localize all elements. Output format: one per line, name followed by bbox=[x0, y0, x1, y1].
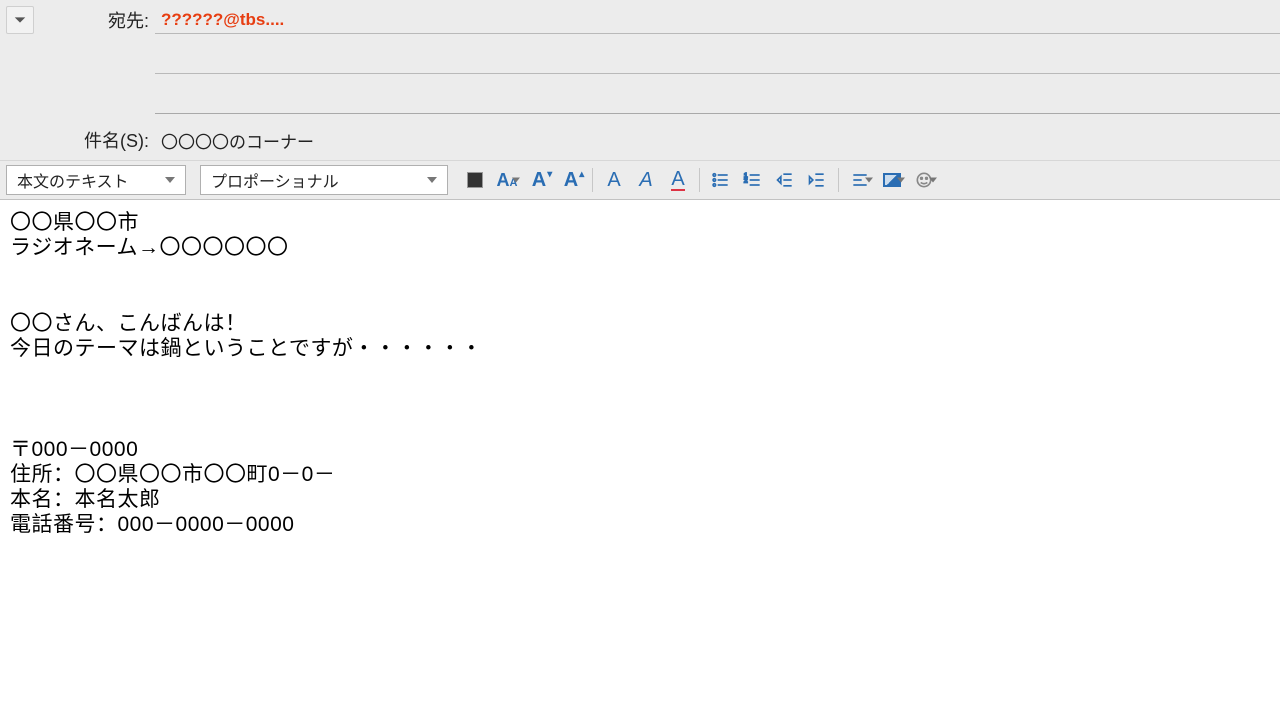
subject-field[interactable]: 〇〇〇〇のコーナー bbox=[155, 126, 1280, 154]
body-line bbox=[10, 386, 1270, 411]
bullet-list-icon bbox=[711, 170, 731, 190]
cc-field[interactable] bbox=[155, 46, 1280, 74]
emoji-button[interactable] bbox=[909, 165, 939, 195]
body-line bbox=[10, 286, 1270, 311]
to-field[interactable]: ??????@tbs.... bbox=[155, 6, 1280, 34]
bcc-value bbox=[161, 90, 166, 110]
outdent-icon bbox=[775, 170, 795, 190]
font-family-dropdown[interactable]: プロポーショナル bbox=[200, 165, 448, 195]
cc-row bbox=[0, 40, 1280, 80]
image-icon bbox=[883, 173, 901, 187]
body-line: 〇〇さん、こんばんは！ bbox=[10, 311, 1270, 336]
body-line bbox=[10, 361, 1270, 386]
to-row: 宛先: ??????@tbs.... bbox=[0, 0, 1280, 40]
message-body[interactable]: 〇〇県〇〇市 ラジオネーム→〇〇〇〇〇〇 〇〇さん、こんばんは！ 今日のテーマは… bbox=[0, 200, 1280, 547]
cc-value bbox=[161, 50, 166, 70]
increase-font-button[interactable]: A▴ bbox=[556, 165, 586, 195]
svg-text:2: 2 bbox=[744, 178, 748, 185]
increase-font-icon: A▴ bbox=[564, 169, 578, 192]
to-value: ??????@tbs.... bbox=[161, 10, 284, 30]
body-line bbox=[10, 412, 1270, 437]
body-line: 〇〇県〇〇市 bbox=[10, 210, 1270, 235]
chevron-down-icon bbox=[6, 6, 34, 34]
separator bbox=[699, 168, 700, 192]
numbered-list-button[interactable]: 12 bbox=[738, 165, 768, 195]
underline-icon: A bbox=[671, 169, 684, 191]
chevron-down-icon bbox=[165, 177, 175, 183]
font-color-button[interactable] bbox=[460, 165, 490, 195]
numbered-list-icon: 12 bbox=[743, 170, 763, 190]
font-size-button[interactable]: AA bbox=[492, 165, 522, 195]
bold-icon: A bbox=[607, 169, 620, 192]
body-line: ラジオネーム→〇〇〇〇〇〇 bbox=[10, 235, 1270, 260]
decrease-font-icon: A▾ bbox=[532, 169, 546, 192]
body-line: 今日のテーマは鍋ということですが・・・・・・ bbox=[10, 336, 1270, 361]
body-line: 本名：本名太郎 bbox=[10, 487, 1270, 512]
compose-header: 宛先: ??????@tbs.... 件名(S): 〇〇〇〇のコーナー 本文のテ… bbox=[0, 0, 1280, 200]
color-swatch-icon bbox=[467, 172, 483, 188]
paragraph-style-value: 本文のテキスト bbox=[17, 168, 129, 192]
bullet-list-button[interactable] bbox=[706, 165, 736, 195]
align-icon bbox=[850, 170, 870, 190]
subject-value: 〇〇〇〇のコーナー bbox=[161, 128, 314, 153]
font-size-icon: AA bbox=[497, 170, 518, 191]
subject-row: 件名(S): 〇〇〇〇のコーナー bbox=[0, 120, 1280, 160]
bcc-row bbox=[0, 80, 1280, 120]
recipient-type-dropdown[interactable] bbox=[0, 6, 40, 34]
bcc-field[interactable] bbox=[155, 86, 1280, 114]
paragraph-style-dropdown[interactable]: 本文のテキスト bbox=[6, 165, 186, 195]
subject-label: 件名(S): bbox=[40, 127, 155, 153]
align-button[interactable] bbox=[845, 165, 875, 195]
chevron-down-icon bbox=[427, 177, 437, 183]
italic-button[interactable]: A bbox=[631, 165, 661, 195]
body-line bbox=[10, 260, 1270, 285]
font-family-value: プロポーショナル bbox=[211, 168, 339, 192]
body-line: 住所：〇〇県〇〇市〇〇町0－0－ bbox=[10, 462, 1270, 487]
underline-button[interactable]: A bbox=[663, 165, 693, 195]
decrease-font-button[interactable]: A▾ bbox=[524, 165, 554, 195]
body-line: 電話番号：000－0000－0000 bbox=[10, 512, 1270, 537]
indent-button[interactable] bbox=[802, 165, 832, 195]
separator bbox=[592, 168, 593, 192]
indent-icon bbox=[807, 170, 827, 190]
separator bbox=[838, 168, 839, 192]
insert-image-button[interactable] bbox=[877, 165, 907, 195]
body-line: 〒000－0000 bbox=[10, 437, 1270, 462]
italic-icon: A bbox=[639, 169, 652, 192]
bold-button[interactable]: A bbox=[599, 165, 629, 195]
smiley-icon bbox=[914, 170, 934, 190]
format-toolbar: 本文のテキスト プロポーショナル AA A▾ A▴ A A A bbox=[0, 160, 1280, 200]
outdent-button[interactable] bbox=[770, 165, 800, 195]
to-label: 宛先: bbox=[40, 7, 155, 33]
